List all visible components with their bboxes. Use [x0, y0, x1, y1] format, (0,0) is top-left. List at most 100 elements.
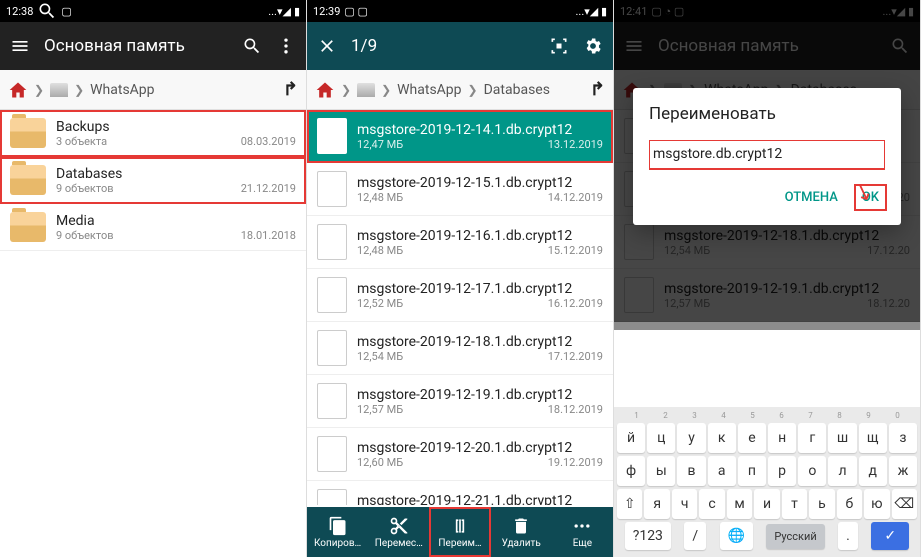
key[interactable]: з — [889, 423, 917, 453]
breadcrumb-segment[interactable]: Databases — [484, 82, 550, 98]
search-icon[interactable] — [242, 36, 262, 56]
move-button[interactable]: Перемес… — [368, 507, 429, 557]
file-row[interactable]: msgstore-2019-12-20.1.db.crypt12 12,60 М… — [307, 428, 613, 481]
globe-key[interactable]: 🌐 — [720, 522, 753, 550]
folder-row[interactable]: Databases 9 объектов21.12.2019 — [0, 157, 306, 204]
dialog-title: Переименовать — [649, 104, 885, 124]
status-time: 12:38 — [6, 5, 33, 18]
gear-icon[interactable] — [583, 36, 603, 56]
key[interactable]: ч — [672, 489, 697, 519]
folder-list[interactable]: Backups 3 объекта08.03.2019 Databases 9 … — [0, 110, 306, 251]
key[interactable]: н — [768, 423, 796, 453]
close-icon[interactable] — [317, 36, 337, 56]
soft-keyboard[interactable]: 1234567890йцукенгшщзфывапролдж⇧ячсмитьбю… — [614, 407, 920, 557]
period-key[interactable]: . — [838, 522, 858, 550]
rename-label: Переим… — [438, 538, 481, 549]
toolbar-title: Основная память — [44, 36, 228, 56]
file-row[interactable]: msgstore-2019-12-15.1.db.crypt12 12,48 М… — [307, 163, 613, 216]
overflow-menu-icon[interactable] — [276, 36, 296, 56]
slash-key[interactable]: / — [684, 522, 706, 550]
row-sub: 3 объекта — [56, 135, 107, 148]
folder-icon — [10, 118, 46, 148]
row-date: 18.01.2018 — [241, 229, 296, 242]
delete-button[interactable]: Удалить — [491, 507, 552, 557]
key[interactable]: в — [677, 456, 705, 486]
key[interactable]: у — [677, 423, 705, 453]
row-date: 21.12.2019 — [241, 182, 296, 195]
file-list[interactable]: msgstore-2019-12-14.1.db.crypt12 12,47 М… — [307, 110, 613, 505]
file-row[interactable]: msgstore-2019-12-17.1.db.crypt12 12,52 М… — [307, 269, 613, 322]
key[interactable]: и — [754, 489, 779, 519]
key[interactable]: ф — [617, 456, 645, 486]
breadcrumb-segment[interactable]: WhatsApp — [397, 82, 461, 98]
up-icon[interactable]: ↱ — [590, 79, 605, 100]
app-toolbar: Основная память — [0, 22, 306, 70]
key[interactable]: к — [708, 423, 736, 453]
file-row[interactable]: msgstore-2019-12-19.1.db.crypt12 12,57 М… — [307, 375, 613, 428]
key[interactable]: ш — [828, 423, 856, 453]
status-box-icon: ▢ — [61, 5, 71, 18]
folder-row[interactable]: Backups 3 объекта08.03.2019 — [0, 110, 306, 157]
home-icon[interactable] — [8, 80, 28, 100]
key[interactable]: о — [798, 456, 826, 486]
key[interactable]: с — [699, 489, 724, 519]
breadcrumb[interactable]: ❯ ❯ WhatsApp ❯ Databases ↱ — [307, 70, 613, 110]
key[interactable]: е — [738, 423, 766, 453]
file-row[interactable]: msgstore-2019-12-21.1.db.crypt12 12,71 М… — [307, 481, 613, 505]
chevron-right-icon: ❯ — [468, 83, 478, 97]
key[interactable]: т — [782, 489, 807, 519]
move-label: Перемес… — [375, 538, 423, 549]
breadcrumb[interactable]: ❯ ❯ WhatsApp ↱ — [0, 70, 306, 110]
filename-input[interactable] — [649, 140, 885, 170]
rename-button[interactable]: Переим… — [429, 507, 490, 557]
home-icon[interactable] — [315, 80, 335, 100]
backspace-key[interactable]: ⌫ — [892, 489, 917, 519]
up-icon[interactable]: ↱ — [283, 79, 298, 100]
row-size: 12,60 МБ — [357, 456, 403, 469]
symbols-key[interactable]: ?123 — [625, 522, 671, 550]
cancel-button[interactable]: ОТМЕНА — [785, 190, 838, 205]
key[interactable]: й — [617, 423, 645, 453]
key[interactable]: я — [644, 489, 669, 519]
key[interactable]: р — [768, 456, 796, 486]
key[interactable]: а — [708, 456, 736, 486]
menu-icon[interactable] — [10, 36, 30, 56]
key[interactable]: ь — [809, 489, 834, 519]
key[interactable]: б — [837, 489, 862, 519]
row-date: 16.12.2019 — [548, 297, 603, 310]
rename-icon — [450, 516, 470, 536]
key[interactable]: г — [798, 423, 826, 453]
more-button[interactable]: Еще — [552, 507, 613, 557]
row-date: 14.12.2019 — [548, 191, 603, 204]
key[interactable]: д — [859, 456, 887, 486]
file-icon — [317, 277, 347, 313]
file-icon — [317, 224, 347, 260]
file-row[interactable]: msgstore-2019-12-18.1.db.crypt12 12,54 М… — [307, 322, 613, 375]
key[interactable]: щ — [859, 423, 887, 453]
breadcrumb-segment[interactable]: WhatsApp — [90, 82, 154, 98]
folder-icon — [10, 212, 46, 242]
row-size: 12,48 МБ — [357, 191, 403, 204]
file-row[interactable]: msgstore-2019-12-16.1.db.crypt12 12,48 М… — [307, 216, 613, 269]
more-horiz-icon — [572, 516, 592, 536]
key[interactable]: л — [828, 456, 856, 486]
row-date: 13.12.2019 — [548, 138, 603, 151]
signal-icon: ...▾◢ — [268, 5, 291, 18]
storage-icon[interactable] — [357, 83, 375, 97]
storage-icon[interactable] — [50, 83, 68, 97]
folder-row[interactable]: Media 9 объектов18.01.2018 — [0, 204, 306, 251]
key[interactable]: ж — [889, 456, 917, 486]
enter-key[interactable]: ✓ — [871, 522, 909, 550]
shift-key[interactable]: ⇧ — [617, 489, 642, 519]
file-row[interactable]: msgstore-2019-12-14.1.db.crypt12 12,47 М… — [307, 110, 613, 163]
space-key[interactable]: Русский — [766, 524, 824, 549]
key[interactable]: ц — [647, 423, 675, 453]
row-size: 12,54 МБ — [357, 350, 403, 363]
copy-button[interactable]: Копиров… — [307, 507, 368, 557]
select-all-icon[interactable] — [549, 36, 569, 56]
key[interactable]: ы — [647, 456, 675, 486]
key[interactable]: п — [738, 456, 766, 486]
key[interactable]: ю — [864, 489, 889, 519]
row-size: 12,52 МБ — [357, 297, 403, 310]
key[interactable]: м — [727, 489, 752, 519]
